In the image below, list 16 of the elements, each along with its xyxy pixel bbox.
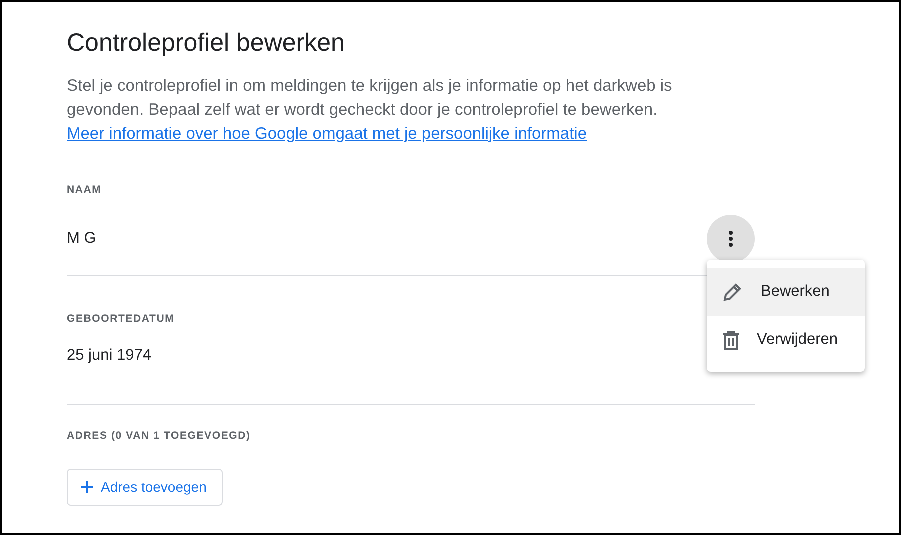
page-title: Controleprofiel bewerken (67, 28, 346, 58)
more-icon (729, 230, 733, 247)
menu-item[interactable]: Verwijderen (707, 316, 865, 364)
pencil-icon (723, 282, 743, 302)
trash-icon (723, 330, 739, 350)
plus-icon (81, 481, 93, 494)
field-value: M G (67, 229, 96, 250)
menu-item[interactable]: Bewerken (707, 268, 865, 316)
description: Stel je controleprofiel in om meldingen te krijgen als je informatie op het darkweb is gevonden. Bepaal zelf wat er wordt gecheckt door je controleprofiel te bewerken. (67, 76, 674, 121)
more-button[interactable] (707, 214, 755, 263)
field-value: 25 juni 1974 (67, 346, 152, 366)
field-label: GEBOORTEDATUM (67, 312, 176, 327)
add-address-button[interactable]: Adres toevoegen (67, 468, 223, 506)
field-label: ADRES (0 VAN 1 TOEGEVOEGD) (67, 429, 252, 444)
field-label: NAAM (67, 183, 103, 198)
info-link[interactable]: Meer informatie over hoe Google omgaat met je persoonlijke informatie (67, 125, 588, 143)
